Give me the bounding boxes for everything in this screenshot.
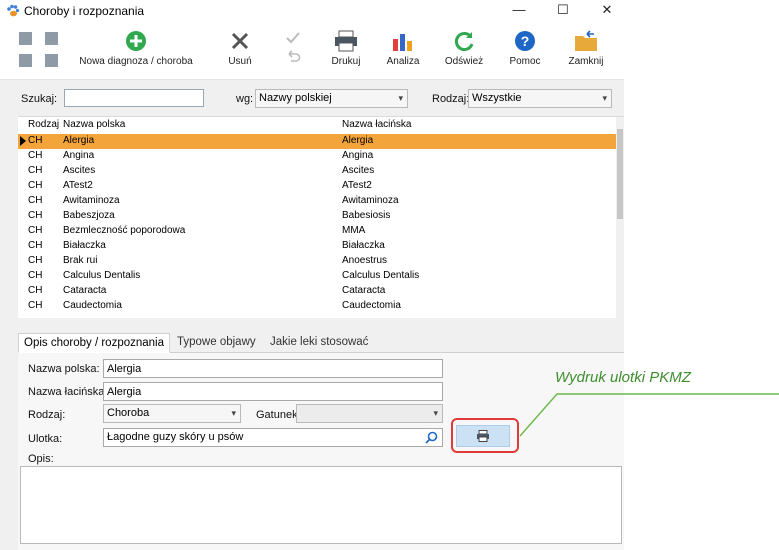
add-icon [126, 31, 146, 51]
printer-icon [335, 30, 357, 52]
search-by-label: wg: [236, 93, 254, 105]
maximize-button[interactable]: ☐ [540, 0, 586, 22]
diseases-table: Rodzaj Nazwa polska Nazwa łacińska CH Ale… [18, 116, 624, 319]
scrollbar-thumb[interactable] [617, 129, 623, 219]
refresh-label: Odśwież [444, 56, 484, 67]
search-label: Szukaj: [21, 93, 58, 105]
row-pointer-icon [20, 136, 26, 146]
toolbar: Nowa diagnoza / choroba Usuń Drukuj Anal… [0, 22, 624, 80]
leaflet-label: Ulotka: [28, 433, 63, 445]
table-row[interactable]: CH Alergia Alergia [18, 134, 616, 149]
confirm-button[interactable] [283, 30, 303, 68]
type-filter-value: Wszystkie [472, 92, 522, 104]
search-input[interactable] [64, 89, 204, 107]
type-filter-select[interactable]: Wszystkie ▾ [468, 89, 612, 108]
search-icon[interactable] [425, 431, 438, 444]
table-row[interactable]: CH Bezmleczność poporodowa MMA [18, 224, 616, 239]
print-button[interactable]: Drukuj [328, 30, 364, 67]
refresh-button[interactable]: Odśwież [442, 30, 486, 67]
analysis-label: Analiza [386, 56, 420, 67]
close-button[interactable]: Zamknij [566, 30, 606, 67]
title-bar: Choroby i rozpoznania — ☐ ✕ [0, 0, 624, 22]
leaflet-value: Łagodne guzy skóry u psów [107, 431, 244, 443]
chevron-down-icon: ▾ [602, 93, 607, 103]
tab-symptoms[interactable]: Typowe objawy [172, 333, 261, 353]
chevron-down-icon: ▾ [433, 408, 438, 418]
paw-icon [7, 4, 20, 17]
latin-name-label: Nazwa łacińska: [28, 386, 108, 398]
tab-description[interactable]: Opis choroby / rozpoznania [18, 333, 170, 353]
chevron-down-icon: ▾ [231, 408, 236, 418]
polish-name-label: Nazwa polska: [28, 363, 100, 375]
delete-button[interactable]: Usuń [224, 30, 256, 67]
main-window: Choroby i rozpoznania — ☐ ✕ Nowa diagnoz… [0, 0, 624, 550]
new-diagnosis-label: Nowa diagnoza / choroba [79, 56, 193, 67]
leaflet-field[interactable]: Łagodne guzy skóry u psów [103, 428, 443, 447]
refresh-icon [454, 32, 474, 51]
previous-record-icon[interactable] [19, 54, 32, 67]
tab-medicines[interactable]: Jakie leki stosować [265, 333, 373, 353]
kind-value: Choroba [107, 407, 150, 419]
print-label: Drukuj [331, 56, 361, 67]
table-row[interactable]: CH Cataracta Cataracta [18, 284, 616, 299]
column-header-latin-name[interactable]: Nazwa łacińska [342, 119, 411, 130]
next-record-icon[interactable] [45, 54, 58, 67]
column-header-polish-name[interactable]: Nazwa polska [63, 119, 125, 130]
checkmark-icon [286, 32, 300, 44]
table-row[interactable]: CH Białaczka Białaczka [18, 239, 616, 254]
chevron-down-icon: ▾ [398, 93, 403, 103]
search-by-select[interactable]: Nazwy polskiej ▾ [255, 89, 408, 108]
polish-name-field[interactable] [103, 359, 443, 378]
species-select[interactable]: ▾ [296, 404, 443, 423]
description-label: Opis: [28, 453, 54, 465]
table-row[interactable]: CH Caudectomia Caudectomia [18, 299, 616, 314]
undo-icon [288, 50, 301, 62]
help-label: Pomoc [509, 56, 541, 67]
analysis-button[interactable]: Analiza [384, 30, 422, 67]
callout-text: Wydruk ulotki PKMZ [555, 369, 691, 386]
search-by-value: Nazwy polskiej [259, 92, 332, 104]
help-button[interactable]: ? Pomoc [507, 30, 543, 67]
detail-tabs: Opis choroby / rozpoznania Typowe objawy… [18, 331, 624, 353]
table-scrollbar[interactable] [616, 117, 624, 319]
bar-chart-icon [393, 34, 412, 51]
search-bar: Szukaj: wg: Nazwy polskiej ▾ Rodzaj: Wsz… [0, 81, 624, 115]
first-record-icon[interactable] [19, 32, 32, 45]
description-field[interactable] [20, 466, 622, 544]
table-row[interactable]: CH Babeszjoza Babesiosis [18, 209, 616, 224]
svg-text:?: ? [521, 33, 530, 49]
exit-folder-icon [575, 30, 597, 51]
delete-icon [231, 32, 249, 50]
table-row[interactable]: CH Angina Angina [18, 149, 616, 164]
kind-select[interactable]: Choroba ▾ [103, 404, 241, 423]
table-header: Rodzaj Nazwa polska Nazwa łacińska [18, 117, 616, 133]
close-window-button[interactable]: ✕ [584, 0, 630, 22]
species-label: Gatunek: [256, 409, 301, 421]
last-record-icon[interactable] [45, 32, 58, 45]
callout-line [519, 393, 779, 437]
table-row[interactable]: CH Calculus Dentalis Calculus Dentalis [18, 269, 616, 284]
kind-label: Rodzaj: [28, 409, 66, 421]
help-icon: ? [515, 31, 535, 51]
close-label: Zamknij [568, 56, 604, 67]
highlight-frame [451, 418, 519, 453]
table-row[interactable]: CH ATest2 ATest2 [18, 179, 616, 194]
latin-name-field[interactable] [103, 382, 443, 401]
window-title: Choroby i rozpoznania [24, 4, 145, 18]
table-row[interactable]: CH Ascites Ascites [18, 164, 616, 179]
table-row[interactable]: CH Brak rui Anoestrus [18, 254, 616, 269]
table-row[interactable]: CH Awitaminoza Awitaminoza [18, 194, 616, 209]
type-filter-label: Rodzaj: [432, 93, 470, 105]
new-diagnosis-button[interactable]: Nowa diagnoza / choroba [74, 30, 198, 67]
column-header-type[interactable]: Rodzaj [28, 119, 59, 130]
minimize-button[interactable]: — [496, 0, 542, 22]
delete-label: Usuń [228, 56, 252, 67]
